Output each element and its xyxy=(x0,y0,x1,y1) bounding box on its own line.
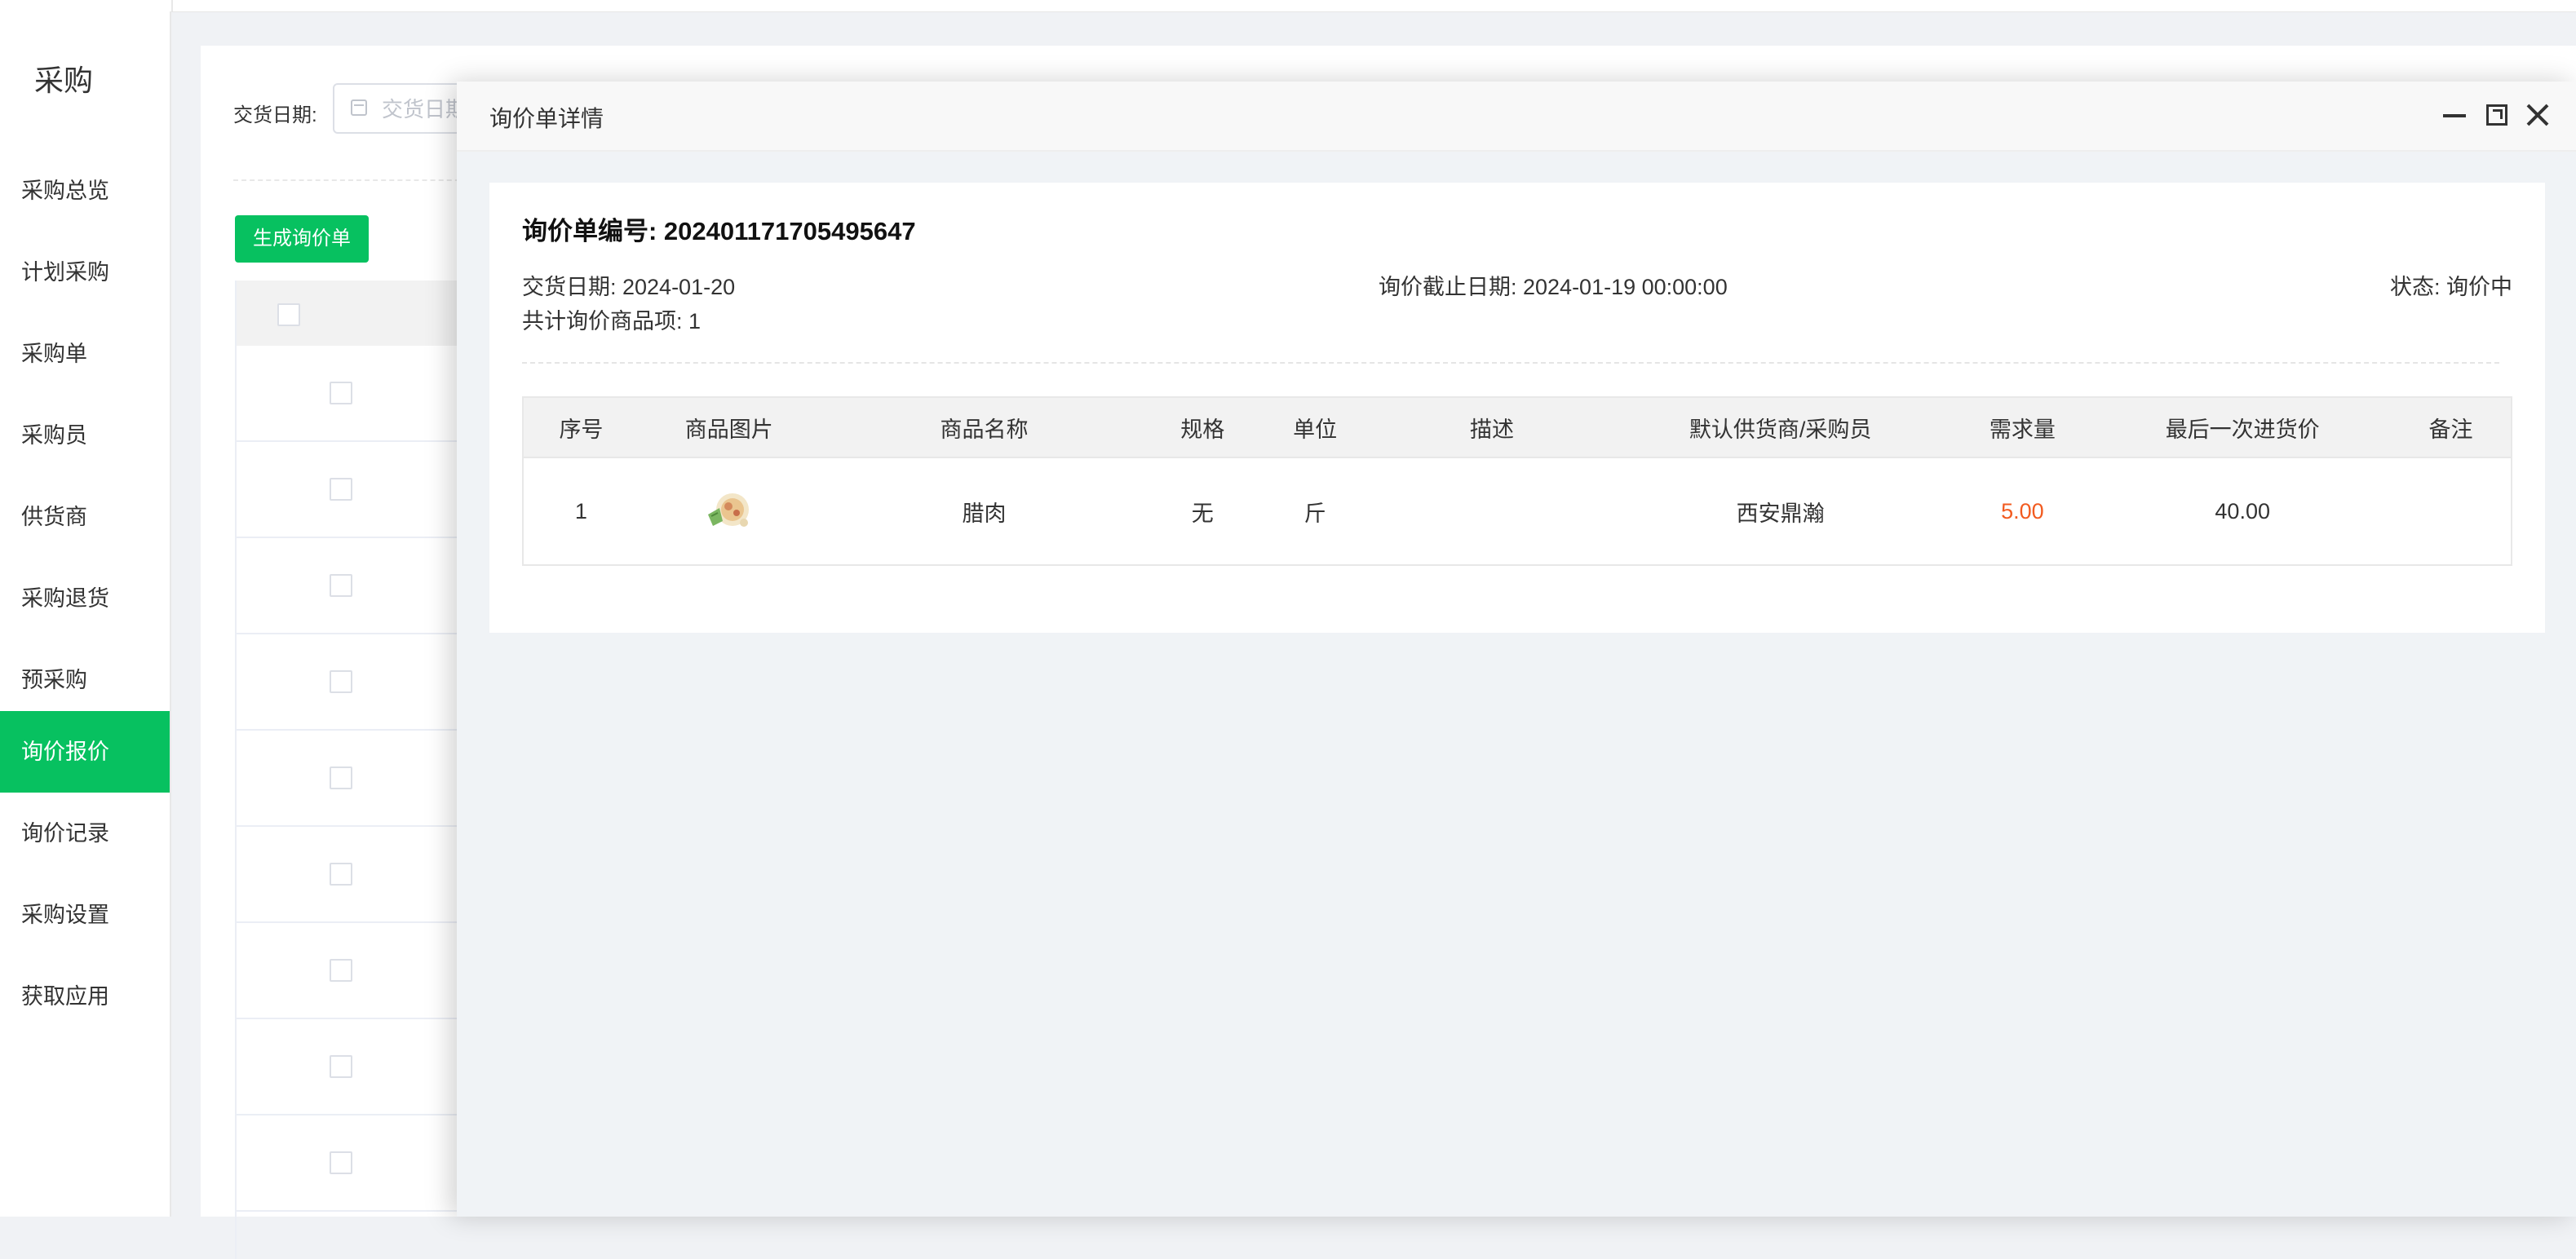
generate-inquiry-button[interactable]: 生成询价单 xyxy=(235,215,369,263)
row-last-price: 40.00 xyxy=(2215,498,2270,523)
col-qty: 需求量 xyxy=(1950,397,2095,458)
sidebar-item-overview[interactable]: 采购总览 xyxy=(0,150,170,232)
sidebar-item-pre-purchase[interactable]: 预采购 xyxy=(0,639,170,721)
row-unit: 斤 xyxy=(1303,501,1326,526)
col-remark: 备注 xyxy=(2391,397,2512,458)
inquiry-status: 状态: 询价中 xyxy=(2389,275,2512,299)
item-count: 共计询价商品项: 1 xyxy=(522,309,702,334)
row-supplier: 西安鼎瀚 xyxy=(1736,501,1825,526)
sidebar-item-buyers[interactable]: 采购员 xyxy=(0,395,170,476)
close-icon[interactable] xyxy=(2524,101,2552,129)
minimize-icon[interactable] xyxy=(2441,101,2468,129)
inquiry-number: 询价单编号: 202401171705495647 xyxy=(522,217,916,245)
col-last-price: 最后一次进货价 xyxy=(2094,397,2392,458)
sidebar-item-get-apps[interactable]: 获取应用 xyxy=(0,956,170,1037)
row-remark xyxy=(2391,457,2512,565)
calendar-icon xyxy=(351,99,367,116)
col-index: 序号 xyxy=(523,397,639,458)
table-header-row: 序号 商品图片 商品名称 规格 单位 描述 默认供货商/采购员 需求量 最后一次… xyxy=(523,397,2512,458)
top-bar-divider xyxy=(0,0,173,11)
row-checkbox[interactable] xyxy=(330,766,352,789)
sidebar: 采购 采购总览 计划采购 采购单 采购员 供货商 采购退货 预采购 询价报价 询… xyxy=(0,11,171,1217)
row-checkbox[interactable] xyxy=(330,1055,352,1078)
row-checkbox[interactable] xyxy=(330,863,352,886)
row-checkbox[interactable] xyxy=(330,478,352,501)
row-spec: 无 xyxy=(1191,501,1214,526)
table-row: 1 腊肉 无 斤 西安鼎瀚 5.00 40.00 xyxy=(523,457,2512,565)
sidebar-item-suppliers[interactable]: 供货商 xyxy=(0,476,170,558)
modal-header: 询价单详情 xyxy=(457,82,2576,152)
col-unit: 单位 xyxy=(1256,397,1374,458)
sidebar-item-inquiry-records[interactable]: 询价记录 xyxy=(0,793,170,874)
sidebar-title: 采购 xyxy=(33,64,93,97)
row-name: 腊肉 xyxy=(962,501,1007,526)
inquiry-deadline: 询价截止日期: 2024-01-19 00:00:00 xyxy=(1379,275,1728,299)
select-all-checkbox[interactable] xyxy=(277,303,300,326)
sidebar-item-returns[interactable]: 采购退货 xyxy=(0,558,170,639)
row-desc xyxy=(1374,457,1610,565)
sidebar-item-orders[interactable]: 采购单 xyxy=(0,313,170,395)
delivery-date-label: 交货日期: xyxy=(233,104,317,126)
sidebar-item-inquiry[interactable]: 询价报价 xyxy=(0,711,170,793)
top-bar xyxy=(0,0,2576,12)
row-checkbox[interactable] xyxy=(330,382,352,404)
row-checkbox[interactable] xyxy=(330,959,352,982)
col-name: 商品名称 xyxy=(819,397,1149,458)
inquiry-items-table: 序号 商品图片 商品名称 规格 单位 描述 默认供货商/采购员 需求量 最后一次… xyxy=(522,396,2512,566)
col-supplier: 默认供货商/采购员 xyxy=(1609,397,1951,458)
row-image-cell xyxy=(639,457,820,565)
maximize-icon[interactable] xyxy=(2483,101,2511,129)
inquiry-detail-card: 询价单编号: 202401171705495647 交货日期: 2024-01-… xyxy=(489,183,2545,633)
modal-title: 询价单详情 xyxy=(489,106,604,131)
delivery-date: 交货日期: 2024-01-20 xyxy=(522,275,736,299)
row-checkbox[interactable] xyxy=(330,574,352,597)
detail-divider xyxy=(522,362,2499,364)
row-qty: 5.00 xyxy=(2001,498,2044,523)
col-spec: 规格 xyxy=(1149,397,1257,458)
col-image: 商品图片 xyxy=(638,397,820,458)
sidebar-item-settings[interactable]: 采购设置 xyxy=(0,874,170,956)
row-index: 1 xyxy=(574,498,587,523)
row-checkbox[interactable] xyxy=(330,670,352,693)
sidebar-item-plan[interactable]: 计划采购 xyxy=(0,232,170,313)
inquiry-detail-modal: 询价单详情 询价单编号: 202401171705495647 交货日期: 20… xyxy=(457,82,2576,1217)
row-checkbox[interactable] xyxy=(330,1151,352,1174)
product-thumbnail[interactable] xyxy=(703,485,755,537)
col-desc: 描述 xyxy=(1374,397,1610,458)
